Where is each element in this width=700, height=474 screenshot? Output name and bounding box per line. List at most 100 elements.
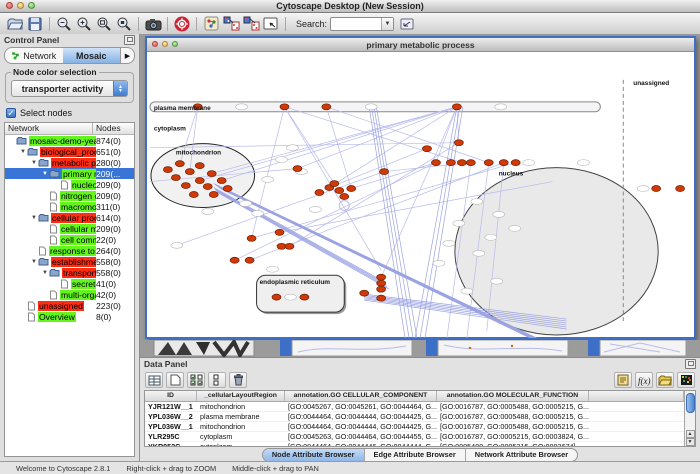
graph-node[interactable] <box>493 211 505 217</box>
delete-attribute-button[interactable] <box>229 372 247 388</box>
graph-node[interactable] <box>377 295 386 301</box>
table-scrollbar[interactable]: ▲ ▼ <box>684 391 695 446</box>
graph-node[interactable] <box>293 166 302 172</box>
column-header[interactable]: _cellularLayoutRegion <box>197 391 285 401</box>
tree-item[interactable]: ▼transport558(0) <box>5 267 134 278</box>
graph-node[interactable] <box>286 145 298 151</box>
attribute-matrix-button[interactable] <box>677 372 695 388</box>
graph-node[interactable] <box>247 235 256 241</box>
network-overview-button[interactable] <box>201 15 221 33</box>
column-header[interactable]: annotation.GO CELLULAR_COMPONENT <box>285 391 437 401</box>
graph-node[interactable] <box>499 160 508 166</box>
graph-node[interactable] <box>453 220 465 226</box>
node-color-dropdown[interactable]: transporter activity ▲▼ <box>11 80 128 97</box>
graph-node[interactable] <box>202 208 214 214</box>
graph-node[interactable] <box>240 200 252 206</box>
minimize-view-button[interactable] <box>162 41 168 47</box>
graph-node[interactable] <box>284 294 296 300</box>
tree-item[interactable]: ▼metabolic process280(0) <box>5 157 134 168</box>
tree-item[interactable]: ▼primary metabo209(... <box>5 168 134 179</box>
graph-node[interactable] <box>433 260 445 266</box>
column-header[interactable] <box>589 391 684 401</box>
graph-node[interactable] <box>175 161 184 167</box>
tab-mosaic[interactable]: Mosaic <box>63 48 121 63</box>
graph-node[interactable] <box>495 104 507 110</box>
graph-edge[interactable] <box>214 188 383 282</box>
layout-mapper-button[interactable] <box>241 15 261 33</box>
graph-node[interactable] <box>485 234 497 240</box>
tab-edge-attribute-browser[interactable]: Edge Attribute Browser <box>365 449 466 461</box>
import-attributes-button[interactable] <box>656 372 674 388</box>
scroll-down-button[interactable]: ▼ <box>686 438 695 446</box>
tree-col-nodes[interactable]: Nodes <box>92 123 134 134</box>
graph-node[interactable] <box>454 140 463 146</box>
tree-item[interactable]: ▼biological_process651(0) <box>5 146 134 157</box>
tree-col-network[interactable]: Network <box>5 123 92 134</box>
graph-node[interactable] <box>163 167 172 173</box>
graph-node[interactable] <box>207 171 216 177</box>
annotation-button[interactable] <box>261 15 281 33</box>
graph-edge[interactable] <box>326 107 488 163</box>
graph-node[interactable] <box>275 229 284 235</box>
graph-node[interactable] <box>272 294 281 300</box>
tree-item[interactable]: multi-organism pro42(0) <box>5 289 134 300</box>
expand-arrow-icon[interactable]: ▼ <box>30 160 38 166</box>
graph-node[interactable] <box>360 290 369 296</box>
graph-node[interactable] <box>236 104 248 110</box>
graph-node[interactable] <box>245 257 254 263</box>
graph-node[interactable] <box>511 160 520 166</box>
graph-node[interactable] <box>466 160 475 166</box>
graph-node[interactable] <box>262 177 274 183</box>
tab-network[interactable]: Network <box>5 48 63 63</box>
tree-item[interactable]: cellular metabo209(0) <box>5 223 134 234</box>
tree-item[interactable]: ▼cellular process614(0) <box>5 212 134 223</box>
tree-item[interactable]: unassigned223(0) <box>5 300 134 311</box>
graph-node[interactable] <box>185 169 194 175</box>
graph-node[interactable] <box>203 184 212 190</box>
tree-item[interactable]: Overview8(0) <box>5 311 134 322</box>
tree-item[interactable]: cell communicat22(0) <box>5 234 134 245</box>
unselect-attributes-button[interactable] <box>208 372 226 388</box>
open-session-button[interactable] <box>5 15 25 33</box>
close-view-button[interactable] <box>152 41 158 47</box>
tree-item[interactable]: ▼establishment of lo558(0) <box>5 256 134 267</box>
graph-node[interactable] <box>473 250 485 256</box>
graph-node[interactable] <box>577 160 589 166</box>
tree-item[interactable]: nitrogen compo209(0) <box>5 190 134 201</box>
column-header[interactable]: annotation.GO MOLECULAR_FUNCTION <box>437 391 589 401</box>
minimize-window-button[interactable] <box>17 2 24 9</box>
graph-node[interactable] <box>335 188 344 194</box>
graph-node[interactable] <box>377 274 386 280</box>
graph-node[interactable] <box>380 169 389 175</box>
tab-network-attribute-browser[interactable]: Network Attribute Browser <box>466 449 577 461</box>
search-settings-button[interactable] <box>397 15 417 33</box>
graph-node[interactable] <box>377 280 386 286</box>
graph-node[interactable] <box>330 181 339 187</box>
tree-item[interactable]: mosaic-demo-yeast874(0) <box>5 135 134 146</box>
graph-node[interactable] <box>509 225 521 231</box>
network-view-window[interactable]: primary metabolic process plasma membran… <box>145 36 696 339</box>
expand-arrow-icon[interactable]: ▼ <box>30 215 38 221</box>
graph-node[interactable] <box>171 175 180 181</box>
graph-node[interactable] <box>457 160 466 166</box>
graph-node[interactable] <box>217 178 226 184</box>
graph-node[interactable] <box>285 243 294 249</box>
zoom-in-button[interactable] <box>74 15 94 33</box>
help-button[interactable] <box>172 15 192 33</box>
expand-arrow-icon[interactable]: ▼ <box>19 149 27 155</box>
scrollbar-thumb[interactable] <box>686 393 695 413</box>
vizmapper-button[interactable] <box>221 15 241 33</box>
network-window-titlebar[interactable]: primary metabolic process <box>147 38 694 52</box>
expand-arrow-icon[interactable]: ▼ <box>30 259 38 265</box>
expand-arrow-icon[interactable]: ▼ <box>41 270 49 276</box>
new-attribute-button[interactable] <box>166 372 184 388</box>
float-data-panel-icon[interactable] <box>685 359 696 369</box>
graph-node[interactable] <box>300 294 309 300</box>
graph-node[interactable] <box>365 104 377 110</box>
graph-node[interactable] <box>484 160 493 166</box>
graph-node[interactable] <box>452 104 461 110</box>
graph-node[interactable] <box>195 163 204 169</box>
graph-node[interactable] <box>422 146 431 152</box>
zoom-fit-button[interactable] <box>94 15 114 33</box>
graph-node[interactable] <box>377 286 386 292</box>
